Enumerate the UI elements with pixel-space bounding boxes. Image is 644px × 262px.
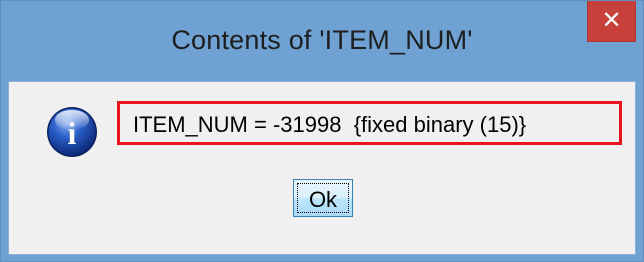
info-icon: i — [47, 107, 97, 157]
svg-text:i: i — [68, 115, 77, 151]
dialog-body: i ITEM_NUM = -31998 {fixed binary (15)} … — [8, 81, 636, 255]
ok-button[interactable]: Ok — [293, 179, 353, 217]
message-highlight: ITEM_NUM = -31998 {fixed binary (15)} — [117, 101, 622, 145]
title-bar[interactable]: Contents of 'ITEM_NUM' ✕ — [1, 1, 643, 81]
ok-button-label: Ok — [308, 187, 338, 212]
window-title: Contents of 'ITEM_NUM' — [171, 25, 473, 55]
close-icon: ✕ — [601, 6, 622, 34]
dialog-window: Contents of 'ITEM_NUM' ✕ i ITEM_NUM = -3… — [0, 0, 644, 262]
close-button[interactable]: ✕ — [587, 1, 636, 42]
message-text: ITEM_NUM = -31998 {fixed binary (15)} — [133, 112, 527, 137]
